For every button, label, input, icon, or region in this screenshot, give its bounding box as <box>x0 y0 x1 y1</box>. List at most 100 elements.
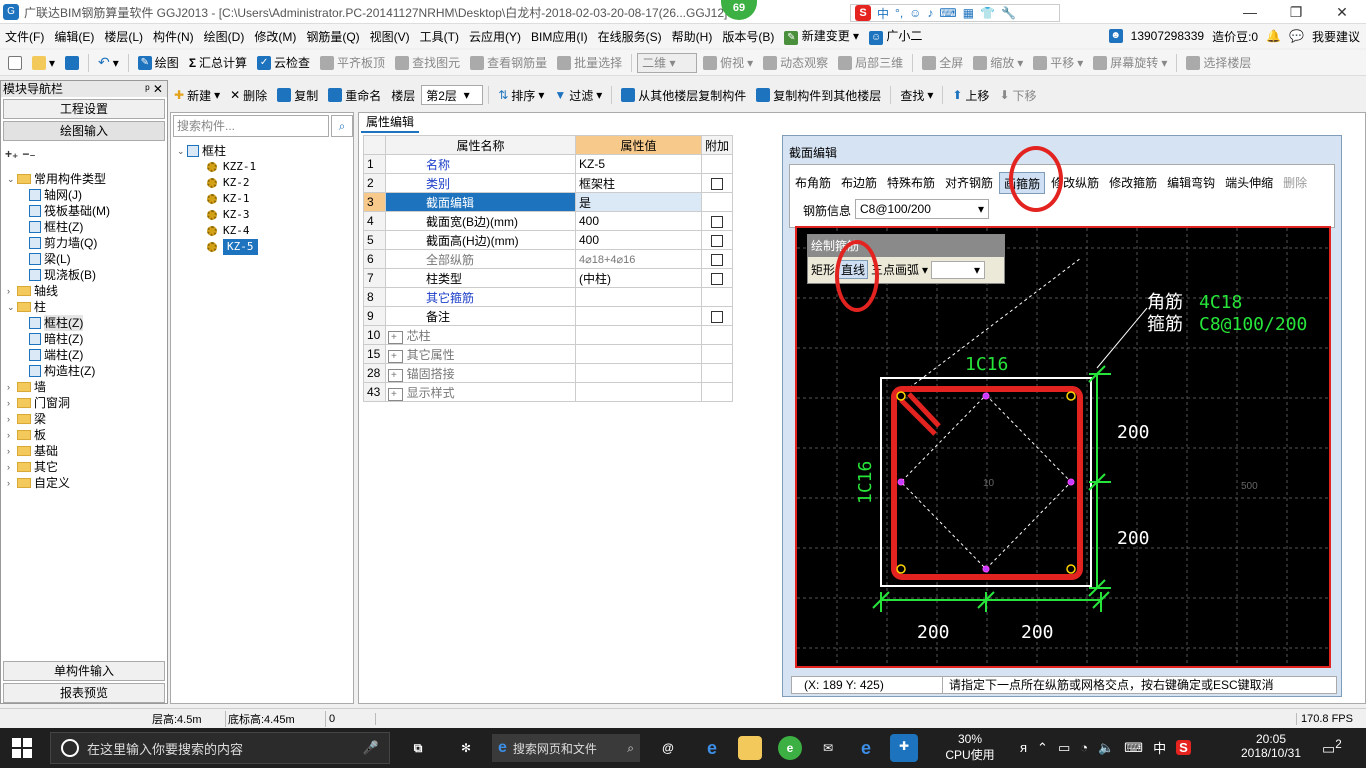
extra-checkbox[interactable] <box>711 272 723 285</box>
find-button[interactable]: 查找 ▾ <box>896 87 937 104</box>
zoom-button[interactable]: 缩放 ▾ <box>969 54 1027 71</box>
sogou-tray-icon[interactable]: S <box>1176 740 1191 755</box>
extra-checkbox[interactable] <box>711 177 723 190</box>
project-settings-button[interactable]: 工程设置 <box>3 99 165 119</box>
nav-tree-item[interactable]: › 轴线 <box>7 283 165 299</box>
maximize-button[interactable]: ❐ <box>1276 2 1316 22</box>
keyboard-icon[interactable]: ⌨ <box>1124 740 1143 756</box>
nav-tree-item[interactable]: 框柱(Z) <box>7 219 165 235</box>
property-value[interactable]: 4⌀18+4⌀16 <box>575 249 702 269</box>
copy-to-floor-button[interactable]: 复制构件到其他楼层 <box>752 87 885 104</box>
tab-property-edit[interactable]: 属性编辑 <box>361 113 419 133</box>
edit-hook-button[interactable]: 编辑弯钩 <box>1163 172 1219 194</box>
file-explorer-icon[interactable] <box>738 736 762 760</box>
expand-icon[interactable]: + <box>388 368 403 382</box>
side-rebar-button[interactable]: 布边筋 <box>837 172 881 194</box>
dynamic-view-button[interactable]: 动态观察 <box>759 54 832 71</box>
property-row[interactable]: 2 类别 框架柱 <box>363 173 734 193</box>
property-value[interactable] <box>575 287 702 307</box>
fan-icon[interactable]: ✻ <box>454 736 478 760</box>
menu-guangxiaoer[interactable]: ☺ 广小二 <box>864 27 927 45</box>
property-row[interactable]: 7 柱类型 (中柱) <box>363 268 734 288</box>
mic-icon[interactable]: ♪ <box>927 6 933 20</box>
undo-button[interactable]: ↶ ▾ <box>94 54 123 71</box>
menu-modify[interactable]: 修改(M) <box>249 28 301 45</box>
property-value[interactable]: 400 <box>575 211 702 231</box>
grid-icon[interactable]: ▦ <box>963 6 974 20</box>
task-view-icon[interactable]: ⧉ <box>406 736 430 760</box>
top-view-button[interactable]: 俯视 ▾ <box>699 54 757 71</box>
copy-from-floor-button[interactable]: 从其他楼层复制构件 <box>617 87 750 104</box>
people-icon[interactable]: ᴙ <box>1020 740 1027 755</box>
close-button[interactable]: ✕ <box>1322 2 1362 22</box>
chevron-up-icon[interactable]: ⌃ <box>1037 740 1048 756</box>
arc-param-select[interactable]: ▾ <box>931 260 986 279</box>
property-value[interactable]: 是 <box>575 192 702 212</box>
clock[interactable]: 20:05 2018/10/31 <box>1236 732 1306 760</box>
extra-checkbox[interactable] <box>711 253 723 266</box>
emoji-icon[interactable]: ☺ <box>909 6 921 20</box>
pin-icon[interactable]: ᵖ ✕ <box>145 81 163 97</box>
nav-tree-item[interactable]: › 基础 <box>7 443 165 459</box>
property-value[interactable]: (中柱) <box>575 268 702 288</box>
minimize-button[interactable]: — <box>1230 2 1270 22</box>
find-element-button[interactable]: 查找图元 <box>391 54 464 71</box>
nav-tree-item[interactable]: 筏板基础(M) <box>7 203 165 219</box>
menu-view[interactable]: 视图(V) <box>365 28 415 45</box>
menu-online[interactable]: 在线服务(S) <box>593 28 667 45</box>
end-stretch-button[interactable]: 端头伸缩 <box>1221 172 1277 194</box>
property-row[interactable]: 6 全部纵筋 4⌀18+4⌀16 <box>363 249 734 269</box>
property-row[interactable]: 3 截面编辑 是 <box>363 192 734 212</box>
draw-rect-button[interactable]: 矩形 <box>811 261 835 278</box>
network-icon[interactable]: ◔ <box>1080 740 1088 755</box>
view-rebar-button[interactable]: 查看钢筋量 <box>466 54 551 71</box>
property-row[interactable]: 10 + 芯柱 <box>363 325 734 345</box>
search-icon[interactable]: ⌕ <box>331 115 353 137</box>
menu-cloud[interactable]: 云应用(Y) <box>464 28 526 45</box>
pan-button[interactable]: 平移 ▾ <box>1029 54 1087 71</box>
volume-icon[interactable]: 🔈 <box>1098 740 1114 756</box>
move-down-button[interactable]: ⬇ 下移 <box>995 87 1040 104</box>
menu-edit[interactable]: 编辑(E) <box>49 28 99 45</box>
copy-button[interactable]: 复制 <box>273 87 322 104</box>
phone-number[interactable]: 13907298339 <box>1131 29 1204 43</box>
nav-tree-item[interactable]: › 其它 <box>7 459 165 475</box>
view-mode-select[interactable]: 二维 ▾ <box>637 52 698 73</box>
property-value[interactable] <box>575 306 702 326</box>
ime-toolbar[interactable]: S 中 °, ☺ ♪ ⌨ ▦ 👕 🔧 <box>850 4 1060 22</box>
report-preview-button[interactable]: 报表预览 <box>3 683 165 703</box>
filter-button[interactable]: ▼ 过滤 ▾ <box>550 87 606 104</box>
delete-rebar-button[interactable]: 删除 <box>1279 172 1311 194</box>
property-value[interactable] <box>575 363 702 383</box>
menu-floor[interactable]: 楼层(L) <box>99 28 148 45</box>
local-3d-button[interactable]: 局部三维 <box>834 54 907 71</box>
sort-button[interactable]: ⇅ 排序 ▾ <box>494 87 548 104</box>
sum-calc-button[interactable]: Σ 汇总计算 <box>185 54 251 71</box>
spiral-app-icon[interactable]: @ <box>656 736 680 760</box>
taskbar-search[interactable]: 在这里输入你要搜索的内容 🎤 <box>50 732 390 764</box>
property-row[interactable]: 5 截面高(H边)(mm) 400 <box>363 230 734 250</box>
punct-icon[interactable]: °, <box>895 6 903 20</box>
property-value[interactable] <box>575 325 702 345</box>
tree-root[interactable]: ⌄ 框柱 <box>177 143 258 159</box>
chevron-right-icon[interactable]: › <box>7 395 17 411</box>
property-row[interactable]: 9 备注 <box>363 306 734 326</box>
ie-icon[interactable]: e <box>700 736 724 760</box>
chevron-right-icon[interactable]: › <box>7 443 17 459</box>
property-row[interactable]: 1 名称 KZ-5 <box>363 154 734 174</box>
batch-select-button[interactable]: 批量选择 <box>553 54 626 71</box>
edit-stirrup-button[interactable]: 修改箍筋 <box>1105 172 1161 194</box>
draw-input-button[interactable]: 绘图输入 <box>3 121 165 141</box>
select-floor-button[interactable]: 选择楼层 <box>1182 54 1255 71</box>
nav-tree-item[interactable]: 现浇板(B) <box>7 267 165 283</box>
menu-component[interactable]: 构件(N) <box>148 28 199 45</box>
nav-tree-item[interactable]: 端柱(Z) <box>7 347 165 363</box>
keyboard-icon[interactable]: ⌨ <box>939 6 956 20</box>
suggest-link[interactable]: 我要建议 <box>1312 28 1360 45</box>
special-rebar-button[interactable]: 特殊布筋 <box>883 172 939 194</box>
delete-button[interactable]: ✕ 删除 <box>226 87 271 104</box>
ime-mode[interactable]: 中 <box>877 5 889 22</box>
edge-browser-icon[interactable]: e <box>854 736 878 760</box>
chevron-right-icon[interactable]: › <box>7 459 17 475</box>
floor-select[interactable]: 第2层 ▾ <box>421 85 484 105</box>
